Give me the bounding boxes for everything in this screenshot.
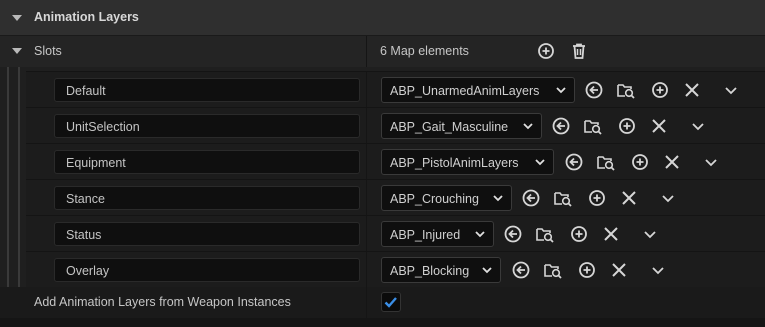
- add-layers-from-weapon-checkbox[interactable]: [381, 292, 401, 312]
- entry-key-field[interactable]: Equipment: [54, 150, 360, 174]
- map-entry-row: Equipment ABP_PistolAnimLayers: [26, 143, 765, 180]
- browse-asset-icon[interactable]: [583, 116, 603, 136]
- delete-all-icon[interactable]: [569, 41, 589, 61]
- insert-element-icon[interactable]: [630, 152, 650, 172]
- element-options-chevron-icon[interactable]: [721, 80, 741, 100]
- entry-value-combo[interactable]: ABP_Crouching: [381, 185, 512, 211]
- slots-entries-panel: Default ABP_UnarmedAnimLayers UnitSelect…: [0, 67, 765, 288]
- insert-element-icon[interactable]: [587, 188, 607, 208]
- map-elements-count: 6 Map elements: [380, 44, 469, 58]
- chevron-down-icon: [474, 228, 486, 243]
- entry-key-field[interactable]: UnitSelection: [54, 114, 360, 138]
- clear-element-icon[interactable]: [682, 80, 702, 100]
- combo-value: ABP_PistolAnimLayers: [390, 156, 519, 170]
- insert-element-icon[interactable]: [617, 116, 637, 136]
- slots-row: Slots 6 Map elements: [0, 36, 765, 67]
- map-entry-row: UnitSelection ABP_Gait_Masculine: [26, 107, 765, 144]
- element-options-chevron-icon[interactable]: [688, 116, 708, 136]
- insert-element-icon[interactable]: [569, 224, 589, 244]
- entry-value-combo[interactable]: ABP_Blocking: [381, 257, 501, 283]
- element-options-chevron-icon[interactable]: [701, 152, 721, 172]
- insert-element-icon[interactable]: [650, 80, 670, 100]
- chevron-down-icon: [534, 156, 546, 171]
- browse-asset-icon[interactable]: [553, 188, 573, 208]
- element-options-chevron-icon[interactable]: [658, 188, 678, 208]
- use-selected-asset-icon[interactable]: [503, 224, 523, 244]
- expand-slots-triangle-icon[interactable]: [12, 48, 22, 54]
- combo-value: ABP_Injured: [390, 228, 461, 242]
- entry-key-field[interactable]: Default: [54, 78, 360, 102]
- use-selected-asset-icon[interactable]: [584, 80, 604, 100]
- entry-key-field[interactable]: Status: [54, 222, 360, 246]
- collapse-triangle-icon[interactable]: [12, 15, 22, 21]
- add-layers-from-weapon-label: Add Animation Layers from Weapon Instanc…: [34, 295, 291, 309]
- entry-value-combo[interactable]: ABP_UnarmedAnimLayers: [381, 77, 575, 103]
- checkmark-icon: [384, 297, 397, 308]
- slots-label: Slots: [34, 44, 62, 58]
- entry-key-field[interactable]: Stance: [54, 186, 360, 210]
- chevron-down-icon: [522, 120, 534, 135]
- clear-element-icon[interactable]: [649, 116, 669, 136]
- entry-value-combo[interactable]: ABP_PistolAnimLayers: [381, 149, 554, 175]
- map-entry-row: Stance ABP_Crouching: [26, 179, 765, 216]
- add-element-icon[interactable]: [536, 41, 556, 61]
- chevron-down-icon: [481, 264, 493, 279]
- section-header-animation-layers[interactable]: Animation Layers: [0, 0, 765, 36]
- weapon-instances-row: Add Animation Layers from Weapon Instanc…: [0, 287, 765, 318]
- combo-value: ABP_UnarmedAnimLayers: [390, 84, 540, 98]
- use-selected-asset-icon[interactable]: [551, 116, 571, 136]
- element-options-chevron-icon[interactable]: [648, 260, 668, 280]
- chevron-down-icon: [555, 84, 567, 99]
- combo-value: ABP_Gait_Masculine: [390, 120, 509, 134]
- use-selected-asset-icon[interactable]: [521, 188, 541, 208]
- map-entry-row: Status ABP_Injured: [26, 215, 765, 252]
- panel-bottom: [0, 318, 765, 327]
- browse-asset-icon[interactable]: [543, 260, 563, 280]
- entry-value-combo[interactable]: ABP_Gait_Masculine: [381, 113, 542, 139]
- browse-asset-icon[interactable]: [596, 152, 616, 172]
- map-entry-row: Overlay ABP_Blocking: [26, 251, 765, 288]
- insert-element-icon[interactable]: [577, 260, 597, 280]
- combo-value: ABP_Crouching: [390, 192, 479, 206]
- clear-element-icon[interactable]: [609, 260, 629, 280]
- clear-element-icon[interactable]: [601, 224, 621, 244]
- entry-value-combo[interactable]: ABP_Injured: [381, 221, 494, 247]
- section-title: Animation Layers: [34, 10, 139, 24]
- use-selected-asset-icon[interactable]: [511, 260, 531, 280]
- chevron-down-icon: [492, 192, 504, 207]
- map-entry-row: Default ABP_UnarmedAnimLayers: [26, 71, 765, 108]
- clear-element-icon[interactable]: [662, 152, 682, 172]
- browse-asset-icon[interactable]: [535, 224, 555, 244]
- browse-asset-icon[interactable]: [616, 80, 636, 100]
- clear-element-icon[interactable]: [619, 188, 639, 208]
- use-selected-asset-icon[interactable]: [564, 152, 584, 172]
- combo-value: ABP_Blocking: [390, 264, 470, 278]
- entry-key-field[interactable]: Overlay: [54, 258, 360, 282]
- element-options-chevron-icon[interactable]: [640, 224, 660, 244]
